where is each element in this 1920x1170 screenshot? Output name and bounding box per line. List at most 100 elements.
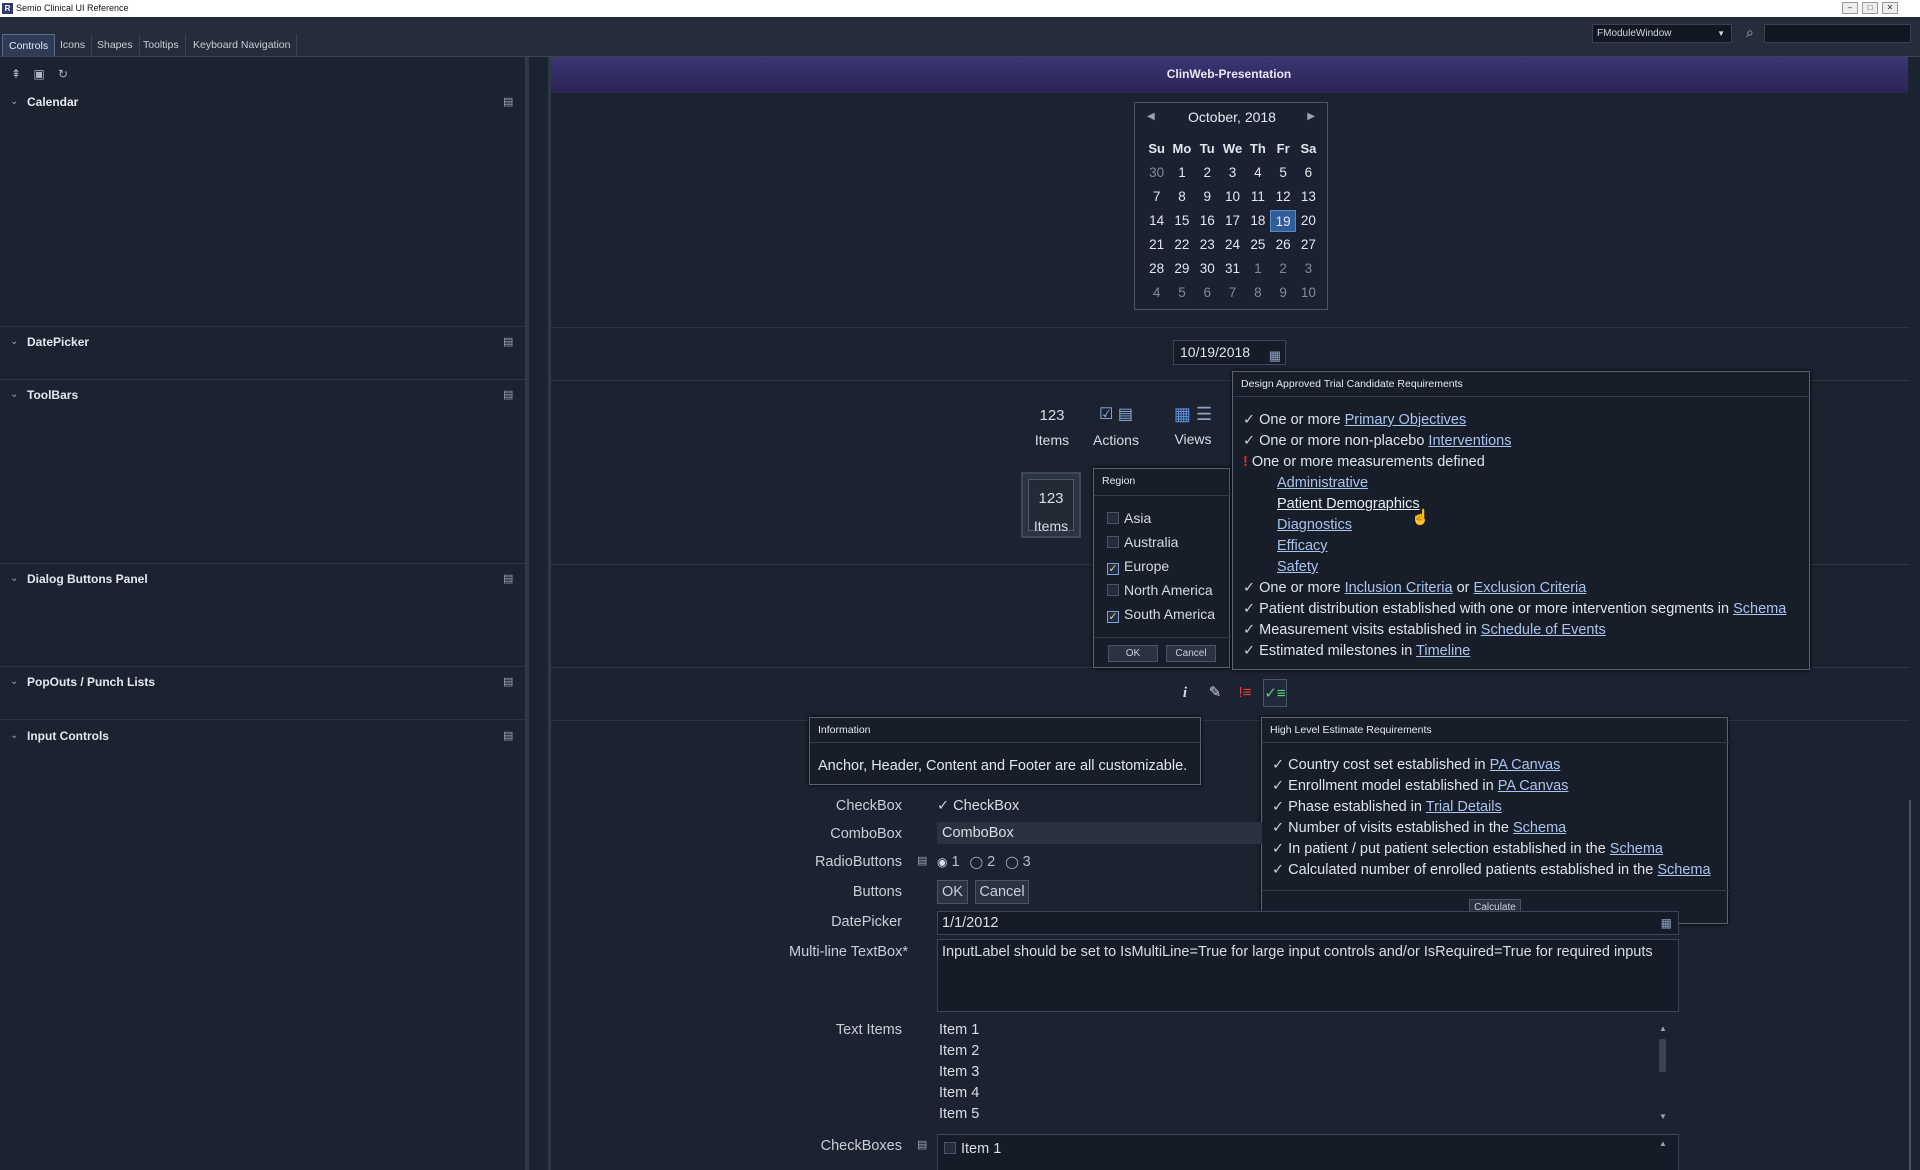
search-icon[interactable]: ⌕ xyxy=(1746,24,1754,41)
radio-option[interactable]: 2 xyxy=(987,854,995,870)
ok-button[interactable]: OK xyxy=(937,880,968,904)
checkbox[interactable] xyxy=(1107,512,1119,524)
list-item[interactable]: Item 5 xyxy=(939,1106,979,1122)
calendar-day[interactable]: 20 xyxy=(1296,210,1321,232)
cancel-button[interactable]: Cancel xyxy=(975,880,1029,904)
calendar-day[interactable]: 9 xyxy=(1270,282,1295,304)
chevron-down-icon[interactable]: ⌄ xyxy=(10,730,18,741)
save-icon[interactable]: ▣ xyxy=(32,67,46,81)
checkbox[interactable] xyxy=(1107,584,1119,596)
calendar-day[interactable]: 6 xyxy=(1296,162,1321,184)
radio-icon[interactable]: ◯ xyxy=(1005,855,1018,869)
section-title[interactable]: PopOuts / Punch Lists xyxy=(27,675,155,689)
checklist-icon[interactable]: ✓≡ xyxy=(1263,679,1287,707)
minimize-button[interactable]: – xyxy=(1842,2,1858,14)
chevron-down-icon[interactable]: ⌄ xyxy=(10,96,18,107)
information-icon[interactable]: i xyxy=(1173,679,1197,707)
schema-link[interactable]: Schema xyxy=(1610,841,1663,857)
calendar-day[interactable]: 30 xyxy=(1144,162,1169,184)
clipboard-icon[interactable]: ▤ xyxy=(917,1138,927,1151)
radio-selected-icon[interactable]: ◉ xyxy=(937,855,947,869)
list-item[interactable]: Item 1 xyxy=(939,1022,979,1038)
schema-link[interactable]: Schema xyxy=(1733,601,1786,617)
calendar-day[interactable]: 5 xyxy=(1270,162,1295,184)
list-item[interactable]: Item 2 xyxy=(939,1043,979,1059)
region-option-asia[interactable]: Asia xyxy=(1107,510,1151,526)
calendar-day[interactable]: 10 xyxy=(1296,282,1321,304)
toolbar-items-counter[interactable]: 123 Items xyxy=(1030,407,1074,448)
clipboard-icon[interactable]: ▤ xyxy=(917,854,927,867)
chevron-down-icon[interactable]: ⌄ xyxy=(10,336,18,347)
inclusion-criteria-link[interactable]: Inclusion Criteria xyxy=(1345,580,1453,596)
scroll-up-icon[interactable]: ▲ xyxy=(1659,1139,1667,1148)
calendar-day[interactable]: 17 xyxy=(1220,210,1245,232)
calendar-day[interactable]: 14 xyxy=(1144,210,1169,232)
calendar-icon[interactable]: ▦ xyxy=(1661,912,1672,934)
schema-link[interactable]: Schema xyxy=(1513,820,1566,836)
calendar-day[interactable]: 28 xyxy=(1144,258,1169,280)
calendar-day[interactable]: 2 xyxy=(1195,162,1220,184)
trial-details-link[interactable]: Trial Details xyxy=(1426,799,1502,815)
clipboard-icon[interactable]: ▤ xyxy=(503,572,513,585)
calendar-day[interactable]: 1 xyxy=(1245,258,1270,280)
next-month-icon[interactable]: ▶ xyxy=(1307,111,1315,122)
refresh-icon[interactable]: ↻ xyxy=(56,67,70,81)
close-button[interactable]: ✕ xyxy=(1882,2,1898,14)
efficacy-link[interactable]: Efficacy xyxy=(1277,538,1328,554)
radio-option[interactable]: 3 xyxy=(1023,854,1031,870)
sample-checkbox[interactable]: ✓ CheckBox xyxy=(937,798,1019,814)
calendar-day[interactable]: 30 xyxy=(1195,258,1220,280)
combobox-input[interactable]: ComboBox xyxy=(937,822,1262,844)
calendar-day[interactable]: 9 xyxy=(1195,186,1220,208)
safety-link[interactable]: Safety xyxy=(1277,559,1318,575)
calendar-icon[interactable]: ▦ xyxy=(1269,344,1281,367)
calendar-day[interactable]: 3 xyxy=(1296,258,1321,280)
list-item[interactable]: Item 3 xyxy=(939,1064,979,1080)
interventions-link[interactable]: Interventions xyxy=(1428,433,1511,449)
module-window-dropdown[interactable]: FModuleWindow ▼ xyxy=(1592,24,1732,43)
checkbox[interactable] xyxy=(944,1142,956,1154)
toolbar-views-group[interactable]: ▦ ☰ Views xyxy=(1156,404,1230,447)
schema-link[interactable]: Schema xyxy=(1657,862,1710,878)
calendar-day[interactable]: 11 xyxy=(1245,186,1270,208)
edit-icon[interactable]: ✎ xyxy=(1203,679,1227,707)
calendar-day[interactable]: 21 xyxy=(1144,234,1169,256)
list-scrollbar-thumb[interactable] xyxy=(1659,1039,1666,1072)
search-input[interactable] xyxy=(1764,24,1911,43)
pa-canvas-link[interactable]: PA Canvas xyxy=(1490,757,1561,773)
patient-demographics-link[interactable]: Patient Demographics xyxy=(1277,496,1420,512)
checkbox[interactable] xyxy=(1107,536,1119,548)
calendar-day[interactable]: 24 xyxy=(1220,234,1245,256)
calendar-day[interactable]: 10 xyxy=(1220,186,1245,208)
toolbar-items-counter-framed[interactable]: 123 Items xyxy=(1021,472,1081,538)
calendar-day-selected[interactable]: 19 xyxy=(1270,210,1296,232)
exclusion-criteria-link[interactable]: Exclusion Criteria xyxy=(1474,580,1587,596)
calendar-day[interactable]: 3 xyxy=(1220,162,1245,184)
calendar-day[interactable]: 29 xyxy=(1169,258,1194,280)
region-ok-button[interactable]: OK xyxy=(1108,645,1158,662)
checkbox-checked[interactable]: ✓ xyxy=(1107,563,1119,575)
calendar-day[interactable]: 16 xyxy=(1195,210,1220,232)
section-title[interactable]: Input Controls xyxy=(27,729,109,743)
section-title[interactable]: ToolBars xyxy=(27,388,78,402)
calendar-day[interactable]: 8 xyxy=(1169,186,1194,208)
administrative-link[interactable]: Administrative xyxy=(1277,475,1368,491)
multiline-textbox[interactable]: InputLabel should be set to IsMultiLine=… xyxy=(937,939,1679,1012)
checkbox-list-item[interactable]: Item 1 xyxy=(944,1141,1001,1157)
calendar-day[interactable]: 8 xyxy=(1245,282,1270,304)
calendar-day[interactable]: 1 xyxy=(1169,162,1194,184)
calendar-day[interactable]: 4 xyxy=(1245,162,1270,184)
schedule-of-events-link[interactable]: Schedule of Events xyxy=(1481,622,1606,638)
calendar-day[interactable]: 23 xyxy=(1195,234,1220,256)
datepicker-input[interactable]: 10/19/2018 ▦ xyxy=(1173,340,1286,365)
collapse-all-icon[interactable]: ⇞ xyxy=(9,67,23,81)
radio-option[interactable]: 1 xyxy=(952,854,960,870)
tab-shapes[interactable]: Shapes xyxy=(91,34,140,56)
tab-icons[interactable]: Icons xyxy=(54,34,93,56)
section-title[interactable]: DatePicker xyxy=(27,335,89,349)
calendar-day[interactable]: 2 xyxy=(1270,258,1295,280)
region-option-europe[interactable]: ✓ Europe xyxy=(1107,558,1169,575)
clipboard-icon[interactable]: ▤ xyxy=(503,388,513,401)
tab-keyboard-navigation[interactable]: Keyboard Navigation xyxy=(187,34,298,56)
calendar-day[interactable]: 26 xyxy=(1270,234,1295,256)
